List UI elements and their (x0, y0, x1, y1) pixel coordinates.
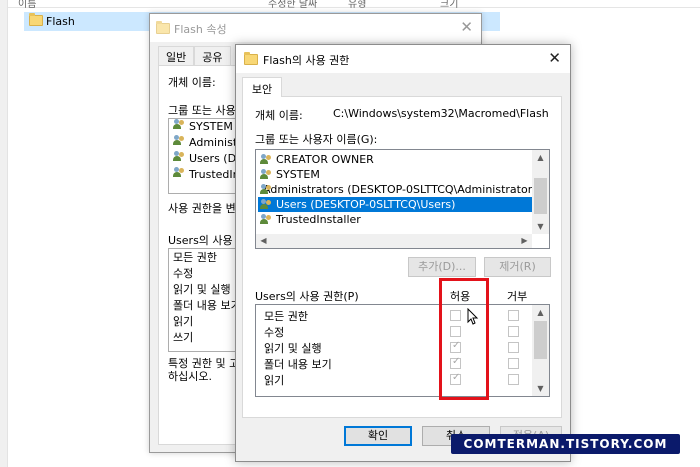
list-item-system[interactable]: SYSTEM (258, 167, 534, 182)
scroll-thumb[interactable] (534, 321, 547, 359)
permission-row: 폴더 내용 보기 (260, 356, 530, 371)
file-name: Flash (46, 15, 75, 28)
folder-icon (156, 21, 170, 34)
scroll-down-icon[interactable]: ▼ (532, 219, 549, 234)
deny-checkbox[interactable] (508, 358, 519, 369)
watermark: COMTERMAN.TISTORY.COM (451, 434, 680, 454)
title-bar: Flash 속성 ✕ (150, 14, 481, 42)
add-button[interactable]: 추가(D)... (408, 257, 476, 277)
scroll-thumb[interactable] (534, 178, 547, 214)
vertical-scrollbar[interactable]: ▲ ▼ (532, 305, 549, 396)
column-size[interactable]: 크기 (440, 0, 458, 10)
scroll-left-icon[interactable]: ◀ (256, 234, 271, 248)
users-list[interactable]: CREATOR OWNER SYSTEM Administrators (DES… (255, 149, 550, 249)
permissions-dialog: Flash의 사용 권한 ✕ 보안 개체 이름: C:\Windows\syst… (235, 44, 571, 462)
object-path: C:\Windows\system32\Macromed\Flash (333, 107, 549, 120)
ok-button[interactable]: 확인 (344, 426, 412, 446)
horizontal-scrollbar[interactable]: ◀ ▶ (256, 234, 532, 248)
allow-column-highlight (439, 278, 489, 400)
group-label: 그룹 또는 사용자 이름(G): (255, 133, 378, 146)
users-icon (173, 151, 186, 162)
close-icon[interactable]: ✕ (460, 18, 473, 36)
deny-checkbox[interactable] (508, 374, 519, 385)
list-item-users[interactable]: Users (DESKTOP-0SLTTCQ\Users) (258, 197, 534, 212)
tab-sharing[interactable]: 공유 (194, 46, 231, 67)
permissions-list: 모든 권한 수정 읽기 및 실행 폴더 내용 보기 읽기 (255, 304, 550, 397)
users-icon (260, 154, 273, 165)
column-type[interactable]: 유형 (348, 0, 366, 10)
folder-icon (244, 52, 258, 65)
scroll-up-icon[interactable]: ▲ (532, 150, 549, 165)
object-name-label: 개체 이름: (255, 109, 303, 122)
permissions-label: Users의 사용 권한(P) (255, 290, 359, 303)
tab-bar: 일반 공유 (158, 46, 231, 67)
scroll-up-icon[interactable]: ▲ (532, 305, 549, 320)
permission-row: 수정 (260, 324, 530, 339)
security-panel: 개체 이름: C:\Windows\system32\Macromed\Flas… (242, 96, 562, 418)
close-icon[interactable]: ✕ (548, 49, 561, 67)
list-item-trustedinstaller[interactable]: TrustedInstaller (258, 212, 534, 227)
column-date[interactable]: 수정한 날짜 (268, 0, 317, 10)
object-name-label: 개체 이름: (168, 76, 216, 89)
scroll-right-icon[interactable]: ▶ (517, 234, 532, 248)
tab-general[interactable]: 일반 (158, 46, 195, 67)
users-icon (173, 135, 186, 146)
permission-row: 읽기 (260, 372, 530, 387)
dialog-title: Flash의 사용 권한 (263, 54, 350, 67)
permission-row: 모든 권한 (260, 308, 530, 323)
column-headers: 이름 수정한 날짜 유형 크기 (8, 0, 700, 10)
users-icon (173, 167, 186, 178)
list-item-creator-owner[interactable]: CREATOR OWNER (258, 152, 534, 167)
deny-checkbox[interactable] (508, 342, 519, 353)
users-icon (260, 169, 273, 180)
folder-icon (29, 13, 43, 26)
title-bar: Flash의 사용 권한 ✕ (236, 45, 570, 73)
users-icon (260, 214, 273, 225)
deny-header: 거부 (507, 290, 528, 303)
deny-checkbox[interactable] (508, 326, 519, 337)
vertical-scrollbar[interactable]: ▲ ▼ (532, 150, 549, 234)
mouse-cursor-icon (467, 308, 479, 325)
navigation-pane (0, 0, 8, 467)
permission-row: 읽기 및 실행 (260, 340, 530, 355)
users-icon (260, 199, 273, 210)
tab-security[interactable]: 보안 (242, 77, 282, 97)
column-name[interactable]: 이름 (18, 0, 36, 10)
users-icon (173, 119, 186, 130)
dialog-title: Flash 속성 (174, 23, 227, 36)
special-permissions-label-2: 하십시오. (168, 370, 212, 383)
deny-checkbox[interactable] (508, 310, 519, 321)
remove-button[interactable]: 제거(R) (484, 257, 551, 277)
list-item-administrators[interactable]: Administrators (DESKTOP-0SLTTCQ\Administ… (258, 182, 542, 197)
scroll-down-icon[interactable]: ▼ (532, 381, 549, 396)
